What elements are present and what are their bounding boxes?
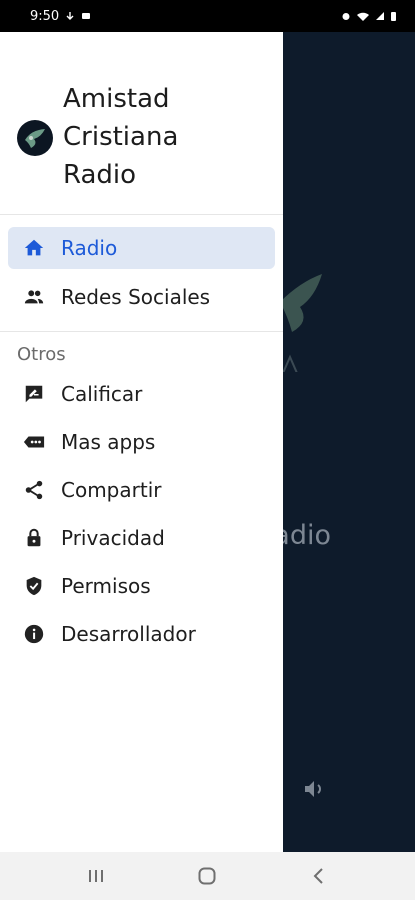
menu-item-label: Radio	[61, 236, 118, 260]
notification-icon	[82, 13, 91, 19]
menu-item-permisos[interactable]: Permisos	[8, 562, 275, 610]
navigation-drawer: Amistad Cristiana Radio Radio Redes Soci…	[0, 32, 283, 852]
more-apps-icon	[22, 430, 46, 454]
alarm-icon	[342, 13, 350, 20]
rate-review-icon	[22, 382, 46, 406]
menu-item-label: Redes Sociales	[61, 285, 211, 309]
back-button[interactable]	[299, 856, 339, 896]
menu-item-label: Compartir	[61, 478, 162, 502]
menu-item-label: Calificar	[61, 382, 143, 406]
section-title-otros: Otros	[17, 344, 66, 365]
lock-icon	[22, 526, 46, 550]
status-bar: 9:50	[0, 0, 415, 32]
menu-item-label: Privacidad	[61, 526, 165, 550]
menu-item-label: Mas apps	[61, 430, 156, 454]
status-time: 9:50	[30, 8, 60, 24]
drawer-header: Amistad Cristiana Radio	[0, 32, 283, 215]
shield-check-icon	[22, 574, 46, 598]
menu-item-radio[interactable]: Radio	[8, 227, 275, 269]
wifi-icon	[357, 12, 369, 21]
download-icon	[66, 12, 74, 20]
home-icon	[22, 236, 46, 260]
system-nav-bar	[0, 852, 415, 900]
menu-item-calificar[interactable]: Calificar	[8, 370, 275, 418]
menu-item-label: Desarrollador	[61, 622, 196, 646]
battery-icon	[391, 12, 396, 21]
recent-apps-icon	[88, 870, 103, 882]
info-icon	[22, 622, 46, 646]
recent-apps-button[interactable]	[76, 856, 116, 896]
other-menu: Calificar Mas apps Compartir Privacidad …	[0, 370, 283, 658]
people-icon	[22, 285, 46, 309]
volume-icon[interactable]	[302, 777, 326, 801]
menu-item-mas-apps[interactable]: Mas apps	[8, 418, 275, 466]
menu-item-label: Permisos	[61, 574, 151, 598]
app-logo	[17, 120, 53, 156]
signal-icon	[376, 12, 384, 20]
menu-item-desarrollador[interactable]: Desarrollador	[8, 610, 275, 658]
share-icon	[22, 478, 46, 502]
back-chevron-icon	[313, 868, 323, 884]
menu-item-redes-sociales[interactable]: Redes Sociales	[8, 276, 275, 318]
menu-item-privacidad[interactable]: Privacidad	[8, 514, 275, 562]
dove-icon	[25, 129, 45, 148]
main-menu: Radio Redes Sociales	[0, 215, 283, 332]
drawer-title: Amistad Cristiana Radio	[63, 84, 179, 190]
menu-item-compartir[interactable]: Compartir	[8, 466, 275, 514]
home-button[interactable]	[187, 856, 227, 896]
home-circle-icon	[198, 867, 216, 885]
